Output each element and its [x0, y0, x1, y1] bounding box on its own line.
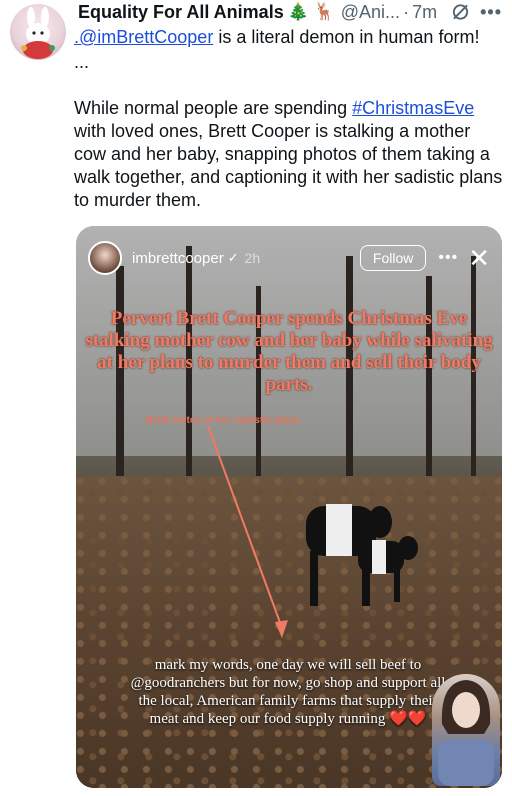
separator-dot: ·	[403, 1, 410, 22]
story-username[interactable]: imbrettcooper	[132, 250, 224, 267]
follow-button[interactable]: Follow	[359, 245, 427, 271]
author-avatar[interactable]	[10, 4, 66, 60]
mention-link[interactable]: .@imBrettCooper	[74, 27, 213, 47]
story-header: imbrettcooper ✓ 2h Follow ••• ✕	[88, 240, 490, 276]
bunny-avatar-icon	[21, 7, 55, 59]
overlay-headline: Pervert Brett Cooper spends Christmas Ev…	[85, 308, 493, 395]
grok-icon[interactable]	[451, 2, 470, 22]
story-more-icon[interactable]: •••	[438, 249, 458, 267]
tweet-para-start: While normal people are spending	[74, 98, 353, 118]
story-time: 2h	[244, 250, 261, 266]
tweet-text-line1: is a literal demon in human form!	[213, 27, 480, 47]
tweet-ellipsis: ...	[74, 52, 90, 72]
hashtag-link[interactable]: #ChristmasEve	[352, 98, 474, 118]
tweet-time[interactable]: 7m	[412, 2, 437, 23]
author-handle[interactable]: @Ani...	[341, 2, 400, 23]
author-name[interactable]: Equality For All Animals	[78, 2, 284, 23]
story-caption: mark my words, one day we will sell beef…	[130, 657, 446, 727]
more-options-icon[interactable]: •••	[480, 2, 502, 23]
author-emojis: 🎄 🦌	[287, 2, 335, 21]
overlay-annotation: Brett writes of her sadistic plans	[146, 415, 301, 426]
tweet-para-end: with loved ones, Brett Cooper is stalkin…	[74, 121, 503, 210]
tweet-text: .@imBrettCooper is a literal demon in hu…	[74, 26, 504, 212]
tweet-media[interactable]: imbrettcooper ✓ 2h Follow ••• ✕ Pervert …	[76, 226, 502, 788]
story-avatar[interactable]	[88, 241, 122, 275]
close-icon[interactable]: ✕	[468, 245, 490, 271]
tweet-paragraph: While normal people are spending #Christ…	[74, 97, 504, 212]
person-portrait-icon	[438, 680, 494, 786]
tweet-header: Equality For All Animals 🎄 🦌 @Ani... · 7…	[78, 0, 502, 24]
inset-person-image	[432, 674, 500, 786]
verified-badge-icon: ✓	[227, 250, 239, 265]
